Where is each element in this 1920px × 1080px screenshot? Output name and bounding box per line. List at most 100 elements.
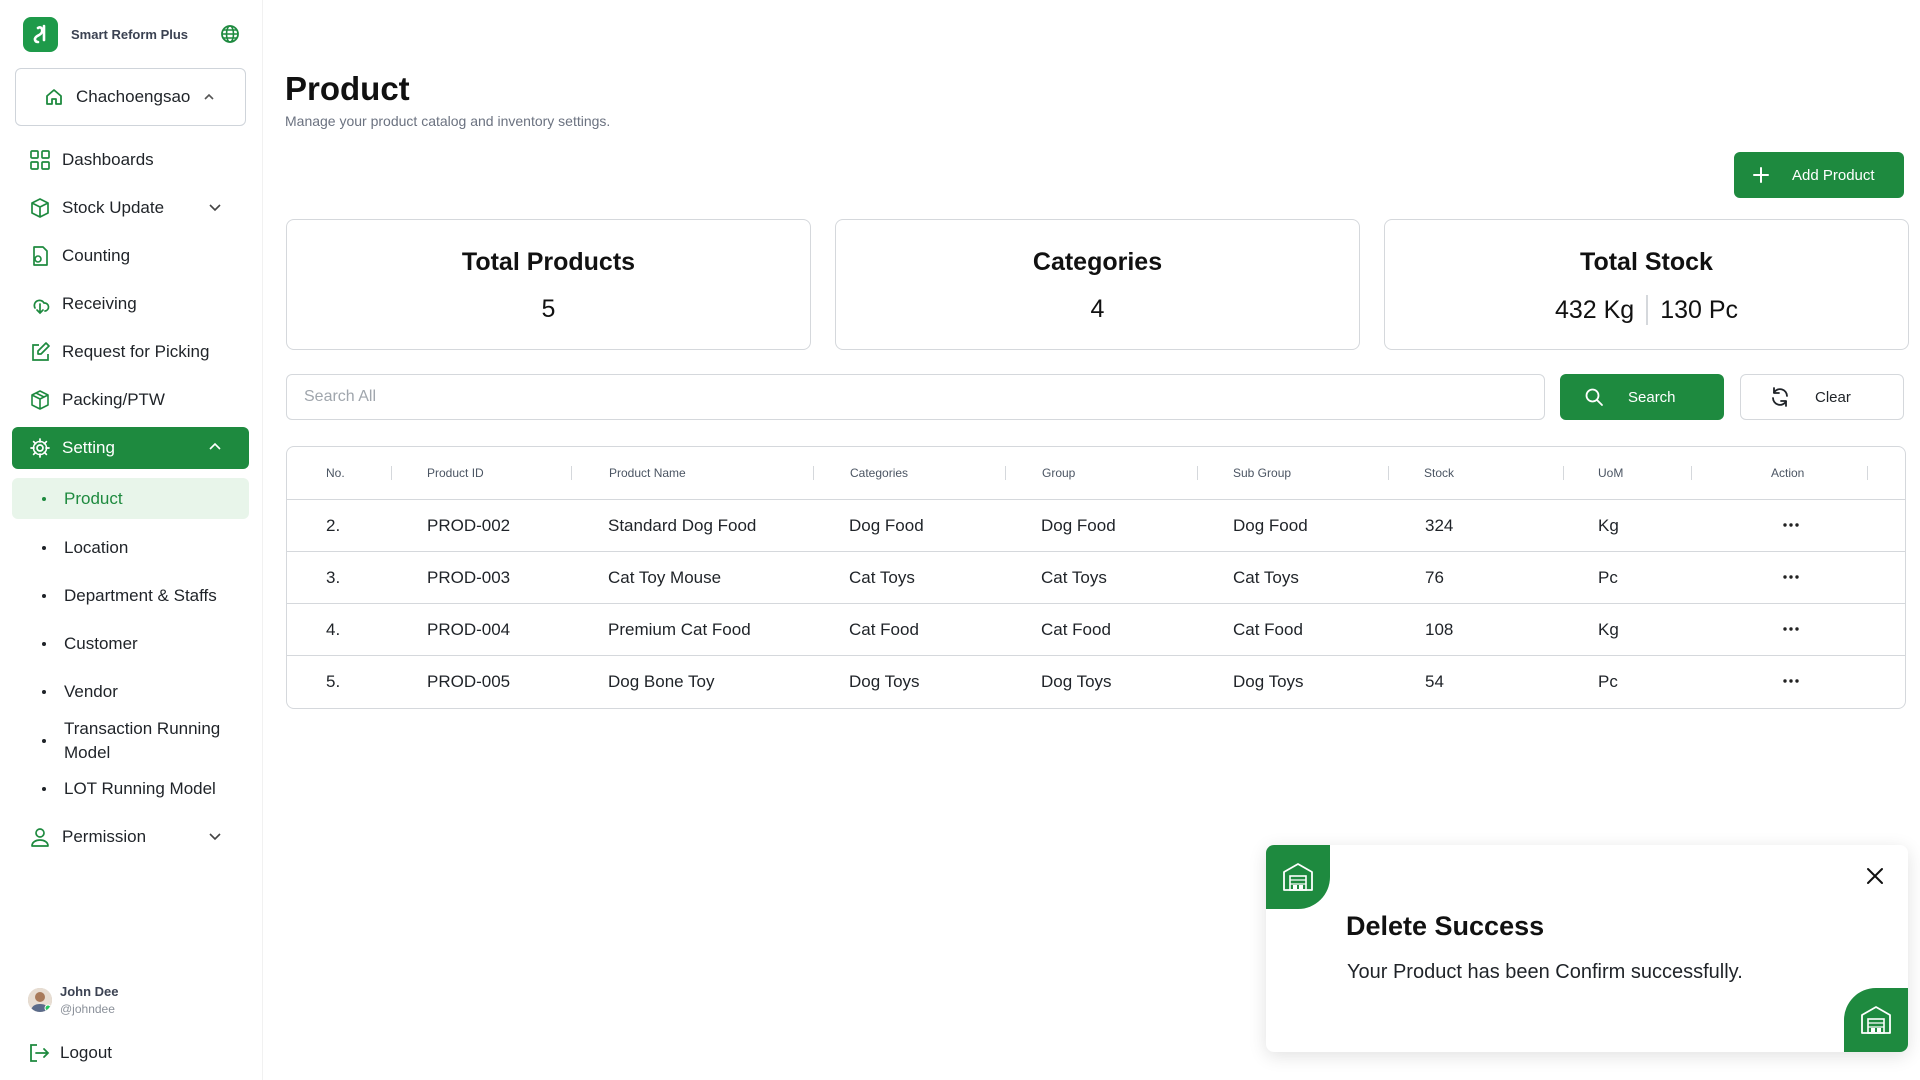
sidebar-item-label: Packing/PTW xyxy=(62,390,165,409)
dashboard-icon xyxy=(28,148,52,172)
column-divider xyxy=(1388,466,1389,480)
sidebar: Smart Reform Plus Chachoengsao Dashboard… xyxy=(0,0,263,1080)
globe-icon[interactable] xyxy=(220,24,240,44)
column-divider xyxy=(1867,466,1868,480)
cell-subgroup: Dog Toys xyxy=(1233,672,1304,691)
column-header-no[interactable]: No. xyxy=(326,466,345,480)
sidebar-subitem-department-staffs[interactable]: Department & Staffs xyxy=(12,575,249,616)
sidebar-subitem-label: Department & Staffs xyxy=(64,585,217,605)
gear-icon xyxy=(28,436,52,460)
cell-stock: 54 xyxy=(1425,672,1444,691)
cell-no: 5. xyxy=(326,672,341,691)
search-input[interactable] xyxy=(286,374,1545,420)
more-actions-icon[interactable] xyxy=(1778,564,1804,590)
bullet xyxy=(42,593,46,598)
chevron-down-icon xyxy=(207,828,223,844)
cell-product-name: Standard Dog Food xyxy=(608,516,757,535)
sidebar-item-receiving[interactable]: Receiving xyxy=(12,283,249,325)
user-icon xyxy=(28,825,52,849)
bullet xyxy=(42,739,46,743)
sidebar-item-request-for-picking[interactable]: Request for Picking xyxy=(12,331,249,373)
sidebar-subitem-transaction-running-model[interactable]: Transaction Running Model xyxy=(12,716,249,766)
sidebar-item-label: Counting xyxy=(62,246,131,265)
brand[interactable]: Smart Reform Plus xyxy=(23,16,188,52)
sidebar-subitem-location[interactable]: Location xyxy=(12,527,249,568)
toast-notification: Delete Success Your Product has been Con… xyxy=(1266,845,1908,1052)
column-header-categories[interactable]: Categories xyxy=(850,466,908,480)
sidebar-subitem-label: Location xyxy=(64,537,129,557)
table-row[interactable]: 4. PROD-004 Premium Cat Food Cat Food Ca… xyxy=(287,604,1905,656)
sidebar-subitem-label: LOT Running Model xyxy=(64,778,216,798)
sidebar-item-dashboards[interactable]: Dashboards xyxy=(12,139,249,181)
cell-category: Cat Food xyxy=(849,620,919,639)
user-handle: @johndee xyxy=(60,1002,115,1016)
column-divider xyxy=(391,466,392,480)
chevron-up-icon xyxy=(207,439,223,455)
cell-no: 3. xyxy=(326,568,341,587)
stat-card-categories: Categories 4 xyxy=(835,219,1360,350)
sidebar-item-permission[interactable]: Permission xyxy=(12,816,249,858)
bullet xyxy=(42,545,46,550)
cell-product-id: PROD-004 xyxy=(427,620,511,639)
user-profile[interactable]: John Dee @johndee xyxy=(28,984,119,1016)
add-product-button[interactable]: Add Product xyxy=(1734,152,1904,198)
more-actions-icon[interactable] xyxy=(1778,616,1804,642)
column-header-sub-group[interactable]: Sub Group xyxy=(1233,466,1291,480)
add-product-label: Add Product xyxy=(1792,166,1875,184)
sidebar-item-counting[interactable]: Counting xyxy=(12,235,249,277)
avatar xyxy=(28,988,52,1012)
more-actions-icon[interactable] xyxy=(1778,512,1804,538)
column-divider xyxy=(1563,466,1564,480)
cell-uom: Pc xyxy=(1598,568,1618,587)
more-actions-icon[interactable] xyxy=(1778,668,1804,694)
cell-product-id: PROD-002 xyxy=(427,516,511,535)
sidebar-subitem-customer[interactable]: Customer xyxy=(12,623,249,664)
logout-button[interactable]: Logout xyxy=(28,1042,112,1064)
sidebar-item-label: Permission xyxy=(62,827,147,846)
toast-title: Delete Success xyxy=(1346,911,1545,941)
branch-selector[interactable]: Chachoengsao xyxy=(15,68,246,126)
column-header-stock[interactable]: Stock xyxy=(1424,466,1454,480)
cell-product-id: PROD-005 xyxy=(427,672,511,691)
sidebar-subitem-lot-running-model[interactable]: LOT Running Model xyxy=(12,768,249,809)
sidebar-subitem-product[interactable]: Product xyxy=(12,478,249,519)
search-button[interactable]: Search xyxy=(1560,374,1724,420)
cell-category: Cat Toys xyxy=(849,568,915,587)
sidebar-subitem-vendor[interactable]: Vendor xyxy=(12,671,249,712)
stat-title: Total Products xyxy=(461,248,636,276)
sidebar-item-label: Receiving xyxy=(62,294,137,313)
logout-icon xyxy=(28,1042,50,1064)
sidebar-item-packing[interactable]: Packing/PTW xyxy=(12,379,249,421)
column-header-product-name[interactable]: Product Name xyxy=(609,466,686,480)
bullet xyxy=(42,689,46,694)
cell-uom: Kg xyxy=(1598,516,1619,535)
cell-subgroup: Dog Food xyxy=(1233,516,1308,535)
close-icon[interactable] xyxy=(1862,863,1888,889)
sidebar-subitem-label: Product xyxy=(64,488,123,508)
cell-no: 2. xyxy=(326,516,341,535)
table-row[interactable]: 5. PROD-005 Dog Bone Toy Dog Toys Dog To… xyxy=(287,656,1905,708)
table-row[interactable]: 3. PROD-003 Cat Toy Mouse Cat Toys Cat T… xyxy=(287,552,1905,604)
stat-title: Categories xyxy=(1032,248,1163,276)
sidebar-item-setting[interactable]: Setting xyxy=(12,427,249,469)
sidebar-item-stock-update[interactable]: Stock Update xyxy=(12,187,249,229)
column-divider xyxy=(813,466,814,480)
table-header: No. Product ID Product Name Categories G… xyxy=(287,447,1905,500)
stat-value: 4 xyxy=(1090,295,1105,323)
column-header-group[interactable]: Group xyxy=(1042,466,1075,480)
table-row[interactable]: 2. PROD-002 Standard Dog Food Dog Food D… xyxy=(287,500,1905,552)
search-button-label: Search xyxy=(1628,388,1676,406)
stat-divider xyxy=(1646,295,1649,325)
stat-title: Total Stock xyxy=(1580,248,1713,276)
column-header-product-id[interactable]: Product ID xyxy=(427,466,484,480)
page-subtitle: Manage your product catalog and inventor… xyxy=(285,113,611,129)
receiving-icon xyxy=(28,292,52,316)
app-logo xyxy=(23,16,58,52)
sidebar-item-label: Setting xyxy=(62,438,115,457)
column-header-uom[interactable]: UoM xyxy=(1598,466,1623,480)
clear-button[interactable]: Clear xyxy=(1740,374,1904,420)
column-divider xyxy=(571,466,572,480)
refresh-icon xyxy=(1769,386,1791,408)
cell-product-id: PROD-003 xyxy=(427,568,511,587)
package-icon xyxy=(28,388,52,412)
